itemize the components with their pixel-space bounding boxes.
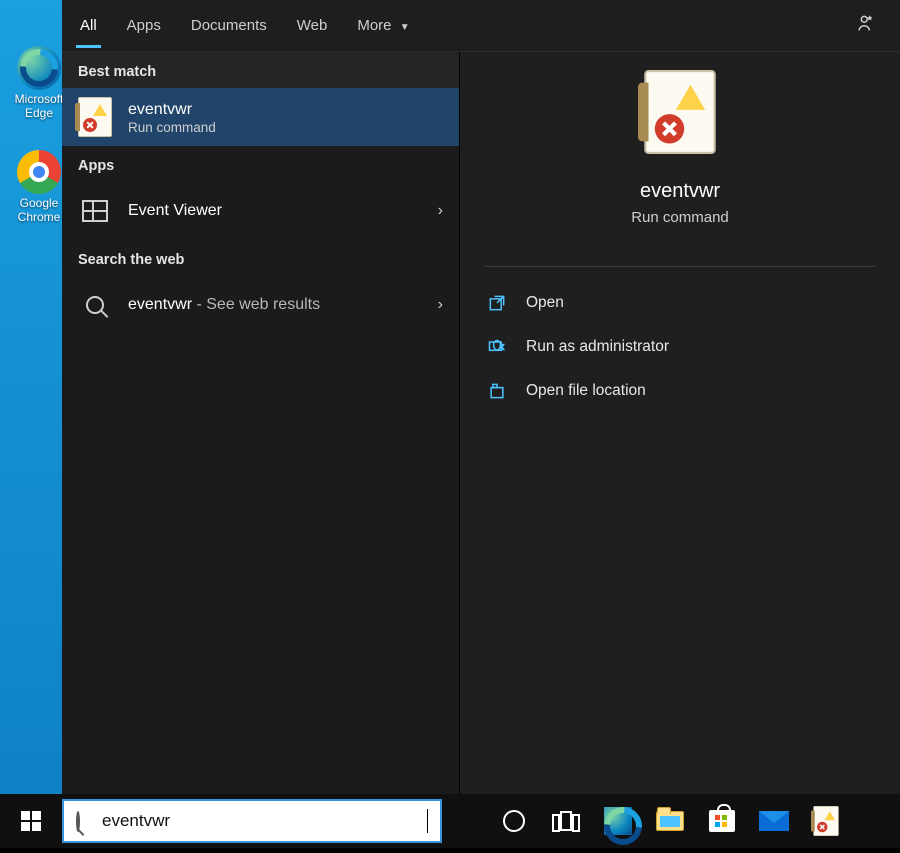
folder-location-icon xyxy=(486,381,508,401)
open-icon xyxy=(486,293,508,313)
chevron-down-icon: ▼ xyxy=(400,22,410,33)
shield-run-admin-icon xyxy=(486,337,508,357)
edge-icon xyxy=(17,46,61,90)
task-view-icon xyxy=(552,811,580,831)
action-open[interactable]: Open xyxy=(468,281,892,325)
action-label: Open xyxy=(526,294,564,312)
search-icon xyxy=(76,286,114,324)
windows-logo-icon xyxy=(21,811,41,831)
tab-web[interactable]: Web xyxy=(293,3,332,48)
chevron-right-icon: › xyxy=(438,296,443,314)
eventvwr-icon xyxy=(813,806,839,836)
start-search-panel: All Apps Documents Web More ▼ Best match xyxy=(62,0,900,794)
person-feedback-icon xyxy=(856,12,878,34)
taskbar-search-box[interactable] xyxy=(62,799,442,843)
result-app-event-viewer[interactable]: Event Viewer › xyxy=(62,182,459,240)
result-best-match-eventvwr[interactable]: eventvwr Run command xyxy=(62,88,459,146)
action-label: Open file location xyxy=(526,382,646,400)
action-open-file-location[interactable]: Open file location xyxy=(468,369,892,413)
web-result-suffix: - See web results xyxy=(192,296,320,313)
taskbar-task-view[interactable] xyxy=(540,794,592,848)
text-cursor-icon xyxy=(427,809,428,833)
result-title: eventvwr - See web results xyxy=(128,295,320,315)
group-header-best-match: Best match xyxy=(62,52,459,88)
start-button[interactable] xyxy=(0,794,62,848)
event-viewer-app-icon xyxy=(76,192,114,230)
chrome-icon xyxy=(17,150,61,194)
search-scope-tabs: All Apps Documents Web More ▼ xyxy=(62,0,900,52)
chevron-right-icon: › xyxy=(438,202,443,220)
preview-title: eventvwr xyxy=(640,180,720,203)
result-title: Event Viewer xyxy=(128,201,222,221)
feedback-button[interactable] xyxy=(848,8,886,43)
cortana-icon xyxy=(503,810,525,832)
taskbar-cortana[interactable] xyxy=(488,794,540,848)
result-title: eventvwr xyxy=(128,100,216,120)
tab-apps[interactable]: Apps xyxy=(123,3,165,48)
search-icon xyxy=(76,813,92,829)
taskbar-pinned-microsoft-store[interactable] xyxy=(696,794,748,848)
action-run-as-administrator[interactable]: Run as administrator xyxy=(468,325,892,369)
search-results-column: Best match eventvwr Run command Apps Eve… xyxy=(62,52,460,794)
tab-all[interactable]: All xyxy=(76,3,101,48)
taskbar-running-eventvwr[interactable] xyxy=(800,794,852,848)
taskbar-pinned-mail[interactable] xyxy=(748,794,800,848)
taskbar xyxy=(0,794,900,848)
taskbar-search-input[interactable] xyxy=(102,811,395,831)
group-header-apps: Apps xyxy=(62,146,459,182)
edge-icon xyxy=(604,807,632,835)
mail-icon xyxy=(759,811,789,831)
tab-more-label: More xyxy=(357,17,391,34)
web-result-query: eventvwr xyxy=(128,296,192,313)
preview-actions: Open Run as administrator xyxy=(460,275,900,419)
eventvwr-icon xyxy=(76,98,114,136)
tab-documents[interactable]: Documents xyxy=(187,3,271,48)
taskbar-pinned-edge[interactable] xyxy=(592,794,644,848)
preview-eventvwr-icon xyxy=(644,70,715,154)
group-header-search-web: Search the web xyxy=(62,240,459,276)
preview-subtitle: Run command xyxy=(631,209,729,226)
result-subtitle: Run command xyxy=(128,120,216,135)
search-preview-pane: eventvwr Run command Open xyxy=(460,52,900,794)
file-explorer-icon xyxy=(656,811,684,831)
tab-more[interactable]: More ▼ xyxy=(353,3,413,48)
microsoft-store-icon xyxy=(709,810,735,832)
result-search-web[interactable]: eventvwr - See web results › xyxy=(62,276,459,334)
action-label: Run as administrator xyxy=(526,338,669,356)
taskbar-pinned-file-explorer[interactable] xyxy=(644,794,696,848)
divider xyxy=(484,266,876,267)
